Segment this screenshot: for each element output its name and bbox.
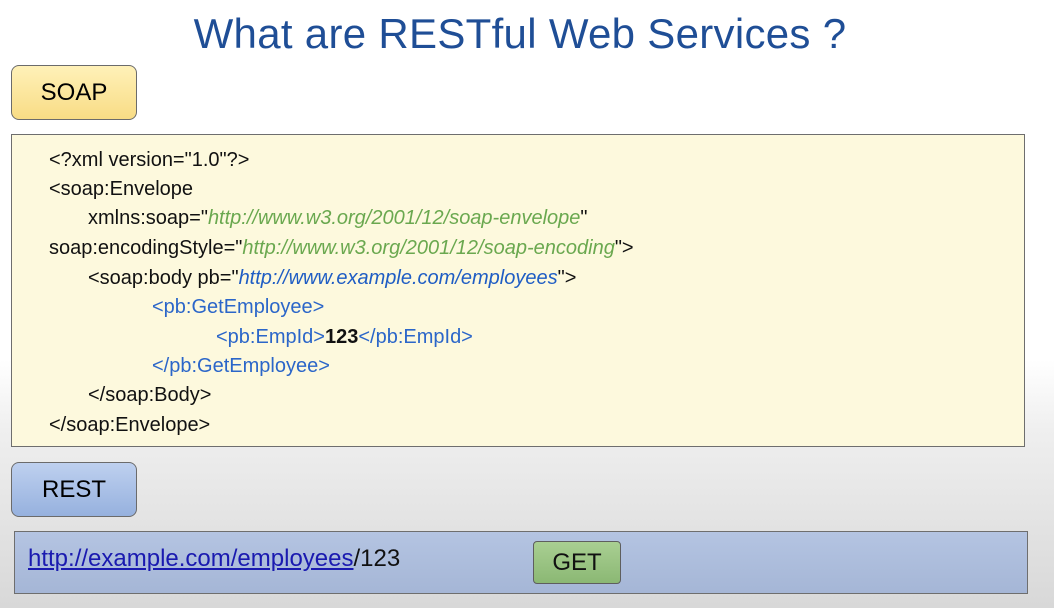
rest-request-box: http://example.com/employees/123 GET bbox=[14, 531, 1028, 594]
encoding-style-line: soap:encodingStyle="http://www.w3.org/20… bbox=[49, 236, 634, 260]
body-url: http://www.example.com/employees bbox=[238, 267, 558, 289]
body-prefix: <soap:body pb=" bbox=[88, 267, 239, 289]
envelope-close-line: </soap:Envelope> bbox=[49, 414, 211, 436]
xml-declaration-line: <?xml version="1.0"?> bbox=[49, 149, 250, 171]
get-method-button[interactable]: GET bbox=[533, 541, 621, 584]
slide-title: What are RESTful Web Services ? bbox=[193, 10, 847, 57]
encoding-prefix: soap:encodingStyle=" bbox=[49, 237, 243, 259]
emp-id-value: 123 bbox=[324, 326, 359, 348]
encoding-suffix: "> bbox=[614, 237, 634, 259]
emp-id-close: </pb:EmpId> bbox=[358, 326, 473, 348]
xmlns-url: http://www.w3.org/2001/12/soap-envelope bbox=[207, 207, 581, 229]
soap-body-line: <soap:body pb="http://www.example.com/em… bbox=[88, 266, 576, 290]
soap-label: SOAP bbox=[11, 65, 137, 120]
soap-code-box: <?xml version="1.0"?> <soap:Envelope xml… bbox=[11, 134, 1025, 447]
xmlns-prefix: xmlns:soap=" bbox=[88, 207, 208, 229]
rest-url: http://example.com/employees/123 bbox=[28, 545, 400, 573]
soap-body-close-line: </soap:Body> bbox=[88, 384, 212, 406]
rest-url-link[interactable]: http://example.com/employees bbox=[28, 545, 354, 572]
xmlns-suffix: " bbox=[580, 207, 588, 229]
get-employee-close-line: </pb:GetEmployee> bbox=[152, 355, 330, 377]
emp-id-line: <pb:EmpId>123</pb:EmpId> bbox=[216, 325, 473, 349]
envelope-open-line: <soap:Envelope bbox=[49, 178, 194, 200]
encoding-url: http://www.w3.org/2001/12/soap-encoding bbox=[242, 237, 615, 259]
rest-label: REST bbox=[11, 462, 137, 517]
body-suffix: "> bbox=[557, 267, 577, 289]
emp-id-open: <pb:EmpId> bbox=[216, 326, 325, 348]
rest-url-suffix: /123 bbox=[353, 545, 401, 572]
get-employee-open-line: <pb:GetEmployee> bbox=[152, 296, 325, 318]
xmlns-line: xmlns:soap="http://www.w3.org/2001/12/so… bbox=[88, 206, 588, 230]
